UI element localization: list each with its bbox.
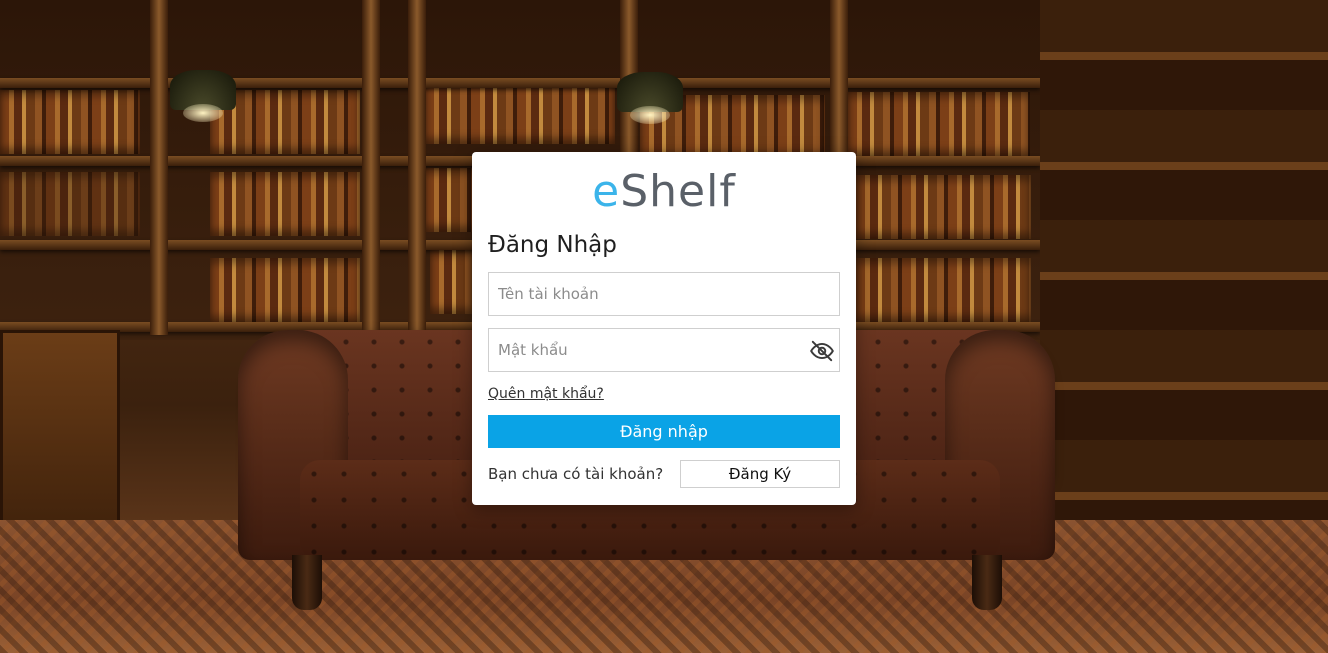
shelf-pillar (408, 0, 426, 335)
login-card: eShelf Đăng Nhập Quên mật khẩu? Đăng nhậ… (472, 152, 856, 505)
book-row (425, 168, 473, 232)
book-row (856, 175, 1031, 239)
username-input[interactable] (489, 273, 839, 315)
lamp-glow (630, 106, 670, 124)
book-row (0, 90, 140, 154)
book-row (856, 258, 1031, 322)
sofa-leg (972, 555, 1002, 610)
shelf-pillar (362, 0, 380, 335)
sofa-leg (292, 555, 322, 610)
login-button[interactable]: Đăng nhập (488, 415, 840, 448)
logo-suffix: Shelf (620, 166, 736, 217)
logo-prefix: e (592, 166, 621, 217)
forgot-password-link[interactable]: Quên mật khẩu? (488, 386, 604, 402)
book-row (430, 250, 472, 314)
eshelf-logo: eShelf (488, 168, 840, 218)
register-button[interactable]: Đăng Ký (680, 460, 840, 488)
no-account-text: Bạn chưa có tài khoản? (488, 465, 664, 483)
password-field (488, 328, 840, 372)
lamp-glow (183, 104, 223, 122)
shelf-pillar (150, 0, 168, 335)
login-title: Đăng Nhập (488, 232, 617, 258)
book-row (425, 80, 615, 144)
book-row (210, 172, 360, 236)
password-input[interactable] (489, 329, 839, 371)
signup-row: Bạn chưa có tài khoản? Đăng Ký (488, 460, 840, 488)
book-row (210, 258, 360, 322)
eye-slash-icon[interactable] (809, 338, 835, 364)
username-field (488, 272, 840, 316)
book-row (0, 172, 140, 236)
book-row (848, 92, 1030, 156)
